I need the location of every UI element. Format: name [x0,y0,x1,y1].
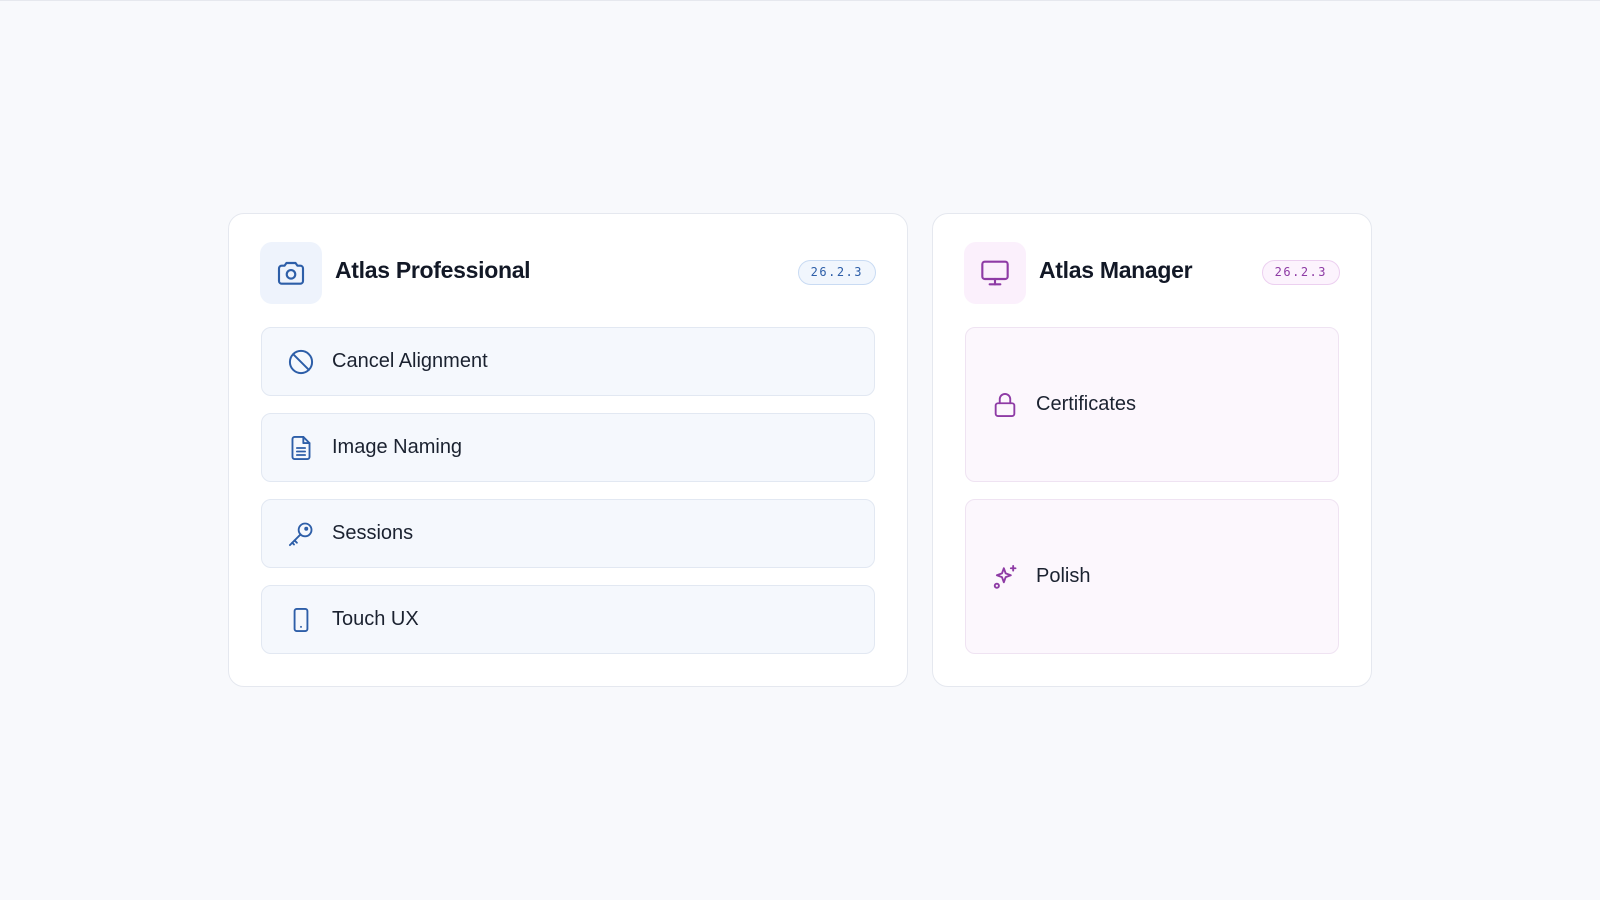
feature-label: Sessions [332,522,414,544]
sparkles-icon [991,563,1019,591]
feature-item-certificates[interactable]: Certificates [965,327,1339,482]
feature-item-touch-ux[interactable]: Touch UX [261,585,875,654]
feature-label: Polish [1036,565,1091,587]
ban-icon [287,348,315,376]
key-icon [287,520,315,548]
feature-item-polish[interactable]: Polish [965,499,1339,654]
feature-item-cancel-alignment[interactable]: Cancel Alignment [261,327,875,396]
feature-item-sessions[interactable]: Sessions [261,499,875,568]
card-header: Atlas Manager 26.2.3 [964,242,1340,304]
card-header: Atlas Professional 26.2.3 [260,242,876,304]
atlas-manager-card: Atlas Manager 26.2.3 Certificates Polish [932,213,1372,687]
lock-icon [991,391,1019,419]
top-divider [0,0,1600,1]
monitor-icon [964,242,1026,304]
atlas-professional-card: Atlas Professional 26.2.3 Cancel Alignme… [228,213,908,687]
card-title: Atlas Manager [1039,257,1193,283]
version-badge: 26.2.3 [797,260,876,285]
feature-list: Certificates Polish [965,327,1339,671]
version-badge: 26.2.3 [1261,260,1340,285]
feature-label: Cancel Alignment [332,350,488,372]
feature-label: Image Naming [332,436,463,458]
file-text-icon [287,434,315,462]
camera-icon [260,242,322,304]
smartphone-icon [287,606,315,634]
feature-label: Certificates [1036,393,1137,415]
feature-list: Cancel Alignment Image Naming Sessions T… [261,327,875,671]
card-title: Atlas Professional [335,257,531,283]
feature-item-image-naming[interactable]: Image Naming [261,413,875,482]
feature-label: Touch UX [332,608,419,630]
